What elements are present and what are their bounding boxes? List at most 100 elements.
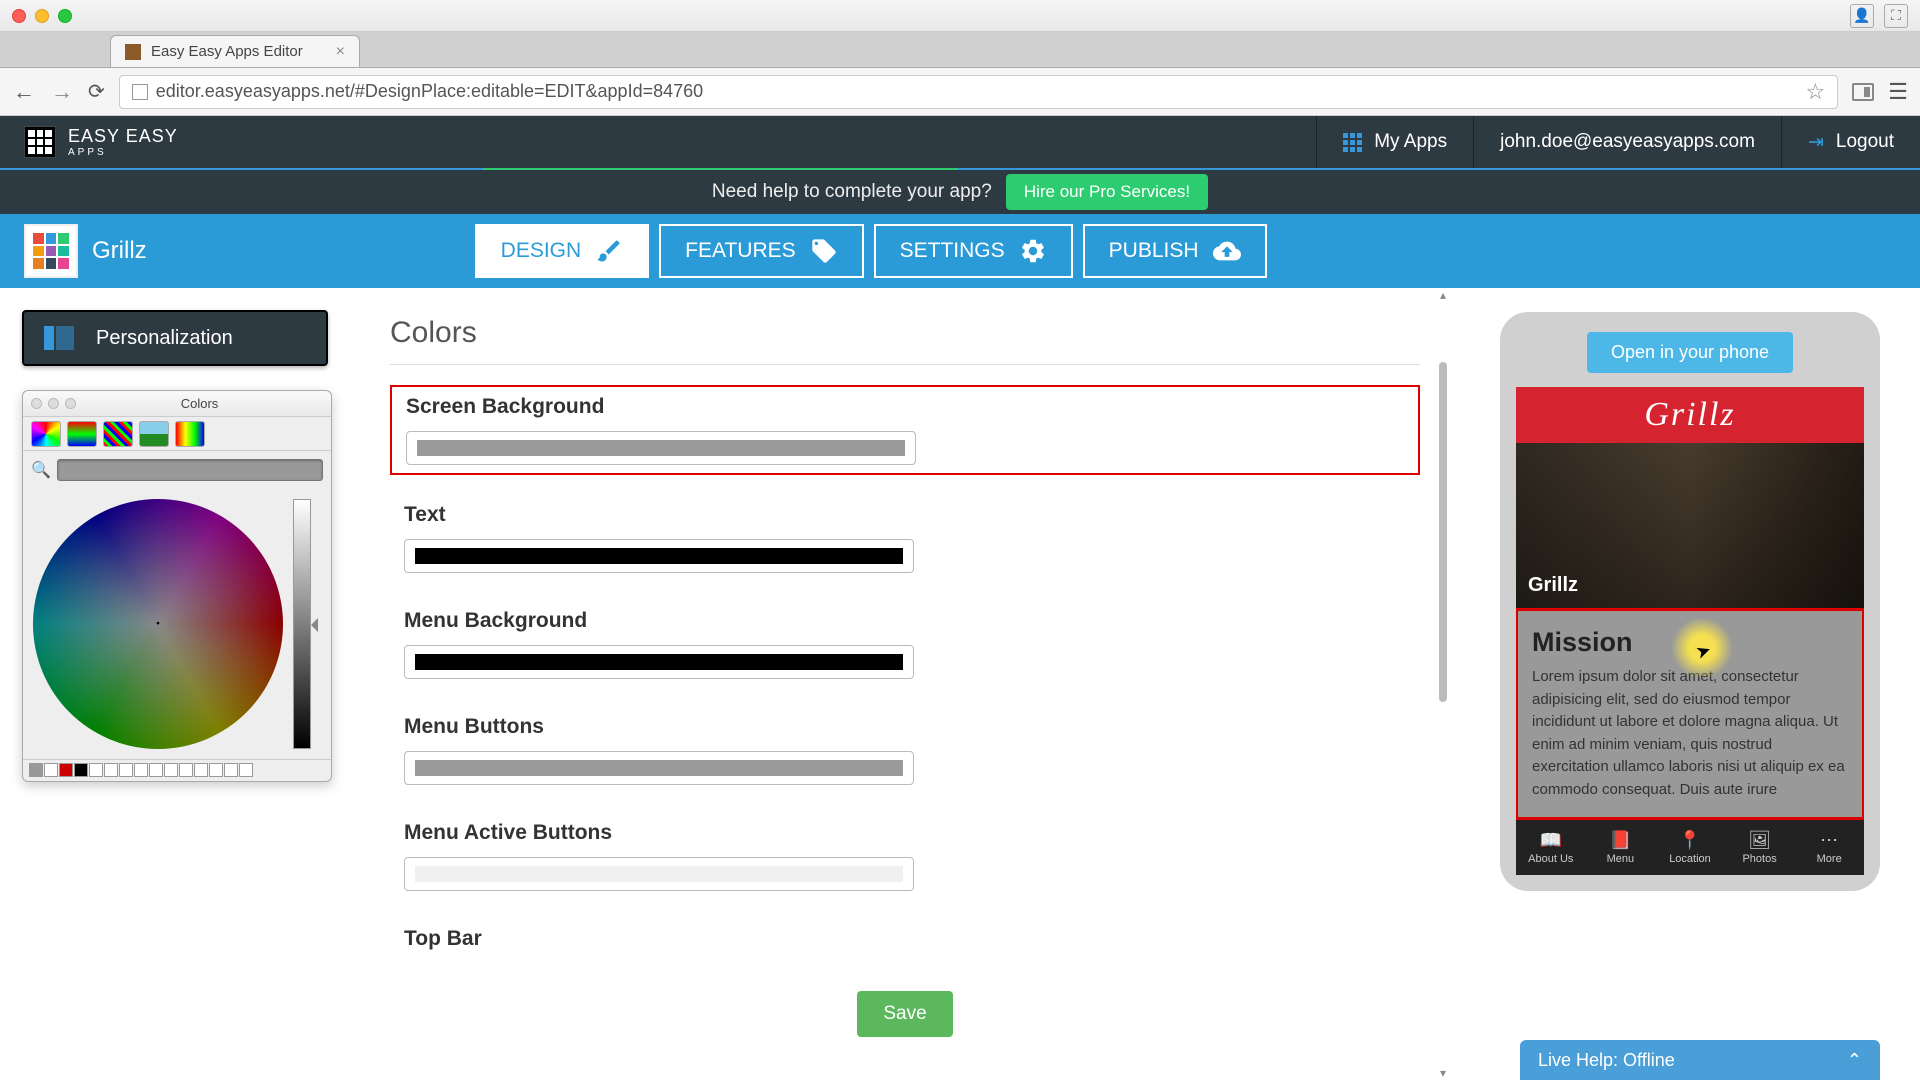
open-sign-icon: 📖 <box>1540 830 1562 851</box>
color-swatches-row <box>23 759 331 781</box>
cloud-upload-icon <box>1213 237 1241 265</box>
color-swatch-bar <box>415 760 903 776</box>
preview-panel: Open in your phone Grillz Grillz ➤ Missi… <box>1460 288 1920 1080</box>
cp-close-icon[interactable] <box>31 398 42 409</box>
pro-services-button[interactable]: Hire our Pro Services! <box>1006 174 1208 210</box>
tab-publish[interactable]: PUBLISH <box>1083 224 1267 278</box>
phone-header-title: Grillz <box>1644 396 1735 434</box>
swatch[interactable] <box>224 763 238 777</box>
cp-palette-tab-icon[interactable] <box>103 421 133 447</box>
color-picker-title: Colors <box>76 396 323 411</box>
cp-crayons-tab-icon[interactable] <box>175 421 205 447</box>
scroll-thumb[interactable] <box>1439 362 1447 702</box>
app-icon[interactable] <box>24 224 78 278</box>
color-group-menu-buttons: Menu Buttons <box>390 707 1420 793</box>
cp-sliders-tab-icon[interactable] <box>67 421 97 447</box>
swatch[interactable] <box>194 763 208 777</box>
swatch[interactable] <box>44 763 58 777</box>
swatch[interactable] <box>239 763 253 777</box>
color-input[interactable] <box>406 431 916 465</box>
panel-icon[interactable] <box>1852 83 1874 101</box>
browser-toolbar: ← → ⟳ editor.easyeasyapps.net/#DesignPla… <box>0 68 1920 116</box>
photo-icon: 🖼 <box>1748 830 1771 851</box>
expand-icon[interactable]: ⛶ <box>1884 4 1908 28</box>
personalization-button[interactable]: Personalization <box>22 310 328 366</box>
swatch[interactable] <box>74 763 88 777</box>
help-banner: Need help to complete your app? Hire our… <box>0 168 1920 214</box>
swatch[interactable] <box>89 763 103 777</box>
bookmark-star-icon[interactable]: ☆ <box>1806 79 1826 105</box>
logout-label: Logout <box>1836 131 1894 153</box>
swatch[interactable] <box>209 763 223 777</box>
window-controls <box>12 9 72 23</box>
live-help-text: Live Help: Offline <box>1538 1050 1675 1071</box>
maximize-window-button[interactable] <box>58 9 72 23</box>
browser-tab[interactable]: Easy Easy Apps Editor × <box>110 35 360 67</box>
menu-icon[interactable]: ☰ <box>1888 79 1908 105</box>
cp-min-icon[interactable] <box>48 398 59 409</box>
phone-tab-about[interactable]: 📖About Us <box>1516 819 1586 875</box>
swatch[interactable] <box>104 763 118 777</box>
color-label: Menu Active Buttons <box>404 821 1406 845</box>
phone-tab-more[interactable]: ⋯More <box>1794 819 1864 875</box>
tab-favicon-icon <box>125 44 141 60</box>
cp-max-icon[interactable] <box>65 398 76 409</box>
color-input[interactable] <box>404 751 914 785</box>
editor-panel: Colors Screen Background Text Menu Backg… <box>350 288 1460 1080</box>
cp-image-tab-icon[interactable] <box>139 421 169 447</box>
cp-current-color-swatch[interactable] <box>57 459 323 481</box>
minimize-window-button[interactable] <box>35 9 49 23</box>
swatch[interactable] <box>149 763 163 777</box>
app-topbar: EASY EASY APPS My Apps john.doe@easyeasy… <box>0 116 1920 168</box>
color-input[interactable] <box>404 645 914 679</box>
tab-features-label: FEATURES <box>685 239 795 263</box>
live-help-bar[interactable]: Live Help: Offline ⌃ <box>1520 1040 1880 1080</box>
save-button[interactable]: Save <box>857 991 952 1037</box>
color-swatch-bar <box>415 548 903 564</box>
tab-settings[interactable]: SETTINGS <box>874 224 1073 278</box>
tab-publish-label: PUBLISH <box>1109 239 1199 263</box>
phone-tab-photos[interactable]: 🖼Photos <box>1725 819 1795 875</box>
user-email-link[interactable]: john.doe@easyeasyapps.com <box>1473 116 1781 168</box>
scrollbar[interactable]: ▴ ▾ <box>1436 288 1450 1080</box>
color-group-text: Text <box>390 495 1420 581</box>
swatch[interactable] <box>164 763 178 777</box>
reload-button[interactable]: ⟳ <box>88 79 105 104</box>
color-input[interactable] <box>404 539 914 573</box>
my-apps-link[interactable]: My Apps <box>1316 116 1473 168</box>
tab-close-icon[interactable]: × <box>336 43 345 61</box>
cp-wheel-tab-icon[interactable] <box>31 421 61 447</box>
swatch[interactable] <box>119 763 133 777</box>
back-button[interactable]: ← <box>12 79 36 105</box>
address-bar[interactable]: editor.easyeasyapps.net/#DesignPlace:edi… <box>119 75 1839 109</box>
forward-button[interactable]: → <box>50 79 74 105</box>
phone-tab-menu[interactable]: 📕Menu <box>1586 819 1656 875</box>
user-icon[interactable]: 👤 <box>1850 4 1874 28</box>
phone-tab-location[interactable]: 📍Location <box>1655 819 1725 875</box>
brightness-slider[interactable] <box>293 499 311 749</box>
color-picker-mode-tabs <box>23 417 331 451</box>
scroll-up-icon[interactable]: ▴ <box>1440 288 1446 302</box>
brand-logo[interactable]: EASY EASY APPS <box>24 126 178 158</box>
logout-link[interactable]: ⇥ Logout <box>1781 116 1920 168</box>
phone-tabbar: 📖About Us 📕Menu 📍Location 🖼Photos ⋯More <box>1516 819 1864 875</box>
swatch[interactable] <box>29 763 43 777</box>
color-input[interactable] <box>404 857 914 891</box>
swatch[interactable] <box>134 763 148 777</box>
cp-search-icon[interactable]: 🔍 <box>31 460 51 480</box>
swatch[interactable] <box>59 763 73 777</box>
tab-design-label: DESIGN <box>501 239 582 263</box>
close-window-button[interactable] <box>12 9 26 23</box>
phone-header: Grillz <box>1516 387 1864 443</box>
tag-icon <box>810 237 838 265</box>
color-swatch-bar <box>417 440 905 456</box>
scroll-down-icon[interactable]: ▾ <box>1440 1066 1446 1080</box>
tab-design[interactable]: DESIGN <box>475 224 650 278</box>
tab-features[interactable]: FEATURES <box>659 224 863 278</box>
gear-icon <box>1019 237 1047 265</box>
open-in-phone-button[interactable]: Open in your phone <box>1587 332 1793 373</box>
color-wheel[interactable] <box>33 499 283 749</box>
color-picker-titlebar[interactable]: Colors <box>23 391 331 417</box>
brand-name-line2: APPS <box>68 147 178 158</box>
swatch[interactable] <box>179 763 193 777</box>
